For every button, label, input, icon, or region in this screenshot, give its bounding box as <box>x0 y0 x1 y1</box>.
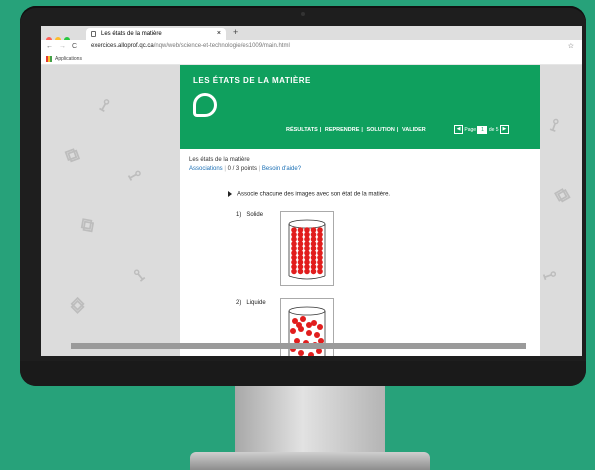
arrow-icon <box>228 191 232 197</box>
next-page-button[interactable]: ▶ <box>499 125 509 134</box>
particle <box>290 328 296 334</box>
menu-separator: | <box>319 127 322 133</box>
item-number: 1) <box>236 212 242 218</box>
forward-icon[interactable]: → <box>59 43 66 50</box>
menu-retry[interactable]: REPRENDRE <box>325 127 360 133</box>
particle <box>296 322 302 328</box>
instruction: Associe chacune des images avec son état… <box>228 191 390 198</box>
instruction-text: Associe chacune des images avec son état… <box>237 191 391 198</box>
monitor-stand <box>235 386 385 452</box>
pager-label: Page <box>464 126 477 133</box>
item-number: 2) <box>236 300 242 306</box>
decorative-pattern: ⧉ <box>79 214 96 236</box>
exercise-card: LES ÉTATS DE LA MATIÈRE RÉSULTATS | REPRE… <box>180 65 540 356</box>
item-solid: 1) Solide <box>236 212 263 218</box>
decorative-pattern: ⧉ <box>551 183 573 207</box>
decorative-pattern: ⟟ <box>539 268 561 282</box>
screen: Les états de la matière × + ← → C exerci… <box>41 26 582 356</box>
bookmark-star-icon[interactable]: ☆ <box>568 42 574 50</box>
menu-results[interactable]: RÉSULTATS <box>286 127 318 133</box>
particle <box>291 268 297 275</box>
bookmark-applications[interactable]: Applications <box>55 56 82 62</box>
decorative-pattern: ⟟ <box>96 94 113 116</box>
menu-validate[interactable]: VALIDER <box>402 127 426 133</box>
help-link[interactable]: Besoin d'aide? <box>262 166 301 172</box>
particle <box>310 268 317 275</box>
pager: ◀ Page 1 de 5 ▶ <box>454 125 509 134</box>
apps-grid-icon[interactable] <box>46 56 52 62</box>
menu-separator: | <box>361 127 363 133</box>
item-label: Solide <box>246 212 264 218</box>
particle <box>317 268 323 275</box>
decorative-pattern: ⟟ <box>124 167 146 184</box>
webcam <box>301 12 305 16</box>
page-title: LES ÉTATS DE LA MATIÈRE <box>193 76 311 85</box>
exercise-header: LES ÉTATS DE LA MATIÈRE RÉSULTATS | REPRE… <box>180 65 540 149</box>
decorative-pattern: ⧉ <box>62 143 82 167</box>
solid-particles-illustration <box>288 219 326 280</box>
alloprof-logo <box>193 93 217 117</box>
particle <box>317 324 323 330</box>
close-tab-icon[interactable]: × <box>217 28 221 40</box>
url-domain: exercices.alloprof.qc.ca <box>91 43 154 49</box>
address-bar-row: ← → C exercices.alloprof.qc.ca/nqw/web/s… <box>41 40 582 55</box>
menu-separator: | <box>396 127 399 133</box>
monitor-base <box>190 452 430 470</box>
horizontal-scrollbar[interactable] <box>71 343 526 349</box>
score: 0 / 3 points <box>227 166 257 172</box>
particle <box>297 268 304 275</box>
reload-icon[interactable]: C <box>72 43 77 50</box>
prev-page-button[interactable]: ◀ <box>454 125 463 134</box>
url-path: /nqw/web/science-et-technologie/es1009/m… <box>153 43 290 49</box>
decorative-pattern: ⧉ <box>66 293 90 317</box>
particle <box>306 322 312 328</box>
decorative-pattern: ⟟ <box>547 114 562 136</box>
bookmarks-bar: Applications <box>41 54 582 65</box>
particle <box>308 352 314 356</box>
particle <box>306 330 312 336</box>
tab-bar: Les états de la matière × + <box>41 26 582 43</box>
solid-image-dropzone[interactable] <box>280 211 334 286</box>
exercise-menu: RÉSULTATS | REPRENDRE | SOLUTION | VALIDER <box>285 127 427 133</box>
item-liquid: 2) Liquide <box>236 300 266 306</box>
particle <box>300 316 306 322</box>
particle <box>314 332 320 338</box>
new-tab-button[interactable]: + <box>233 27 238 37</box>
page-number-input[interactable]: 1 <box>477 125 488 134</box>
exercise-name: Les états de la matière <box>189 157 250 163</box>
exercise-meta: Associations | 0 / 3 points | Besoin d'a… <box>189 166 302 172</box>
particle <box>304 268 310 275</box>
item-label: Liquide <box>246 300 266 306</box>
decorative-pattern: ⟟ <box>130 265 149 285</box>
page-icon <box>91 31 96 37</box>
pager-total: de 5 <box>488 126 499 133</box>
menu-solution[interactable]: SOLUTION <box>366 127 394 133</box>
url-field[interactable]: exercices.alloprof.qc.ca/nqw/web/science… <box>91 43 290 49</box>
particle <box>298 350 304 356</box>
exercise-type: Associations <box>189 166 223 172</box>
monitor-chin <box>20 361 586 386</box>
tab-title: Les états de la matière <box>101 31 162 37</box>
back-icon[interactable]: ← <box>46 43 53 50</box>
browser-tab[interactable]: Les états de la matière × <box>86 28 226 40</box>
